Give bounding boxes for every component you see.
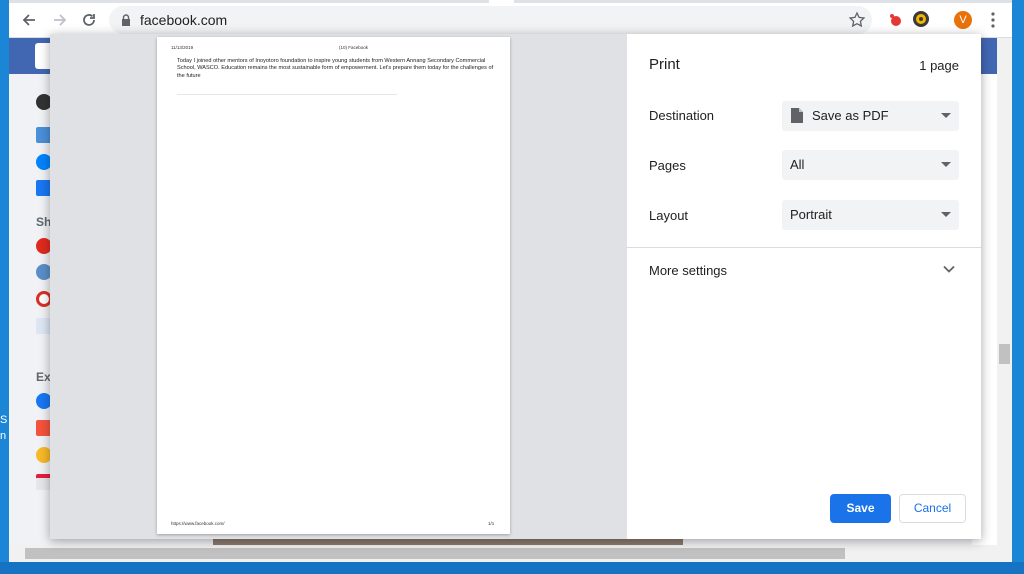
layout-select[interactable]: Portrait xyxy=(782,200,959,230)
desktop-background-right xyxy=(1012,0,1024,574)
more-settings-label: More settings xyxy=(649,263,728,278)
desktop-edge-text: S xyxy=(0,414,8,426)
print-title: Print xyxy=(649,56,680,73)
forward-button[interactable] xyxy=(49,9,71,31)
url-text[interactable]: facebook.com xyxy=(140,12,227,28)
browser-window: facebook.com V Sh Ex 11/13/2019 (10) Fac… xyxy=(9,0,1012,562)
preview-body-text: Today I joined other mentors of Inoyotor… xyxy=(177,58,494,79)
back-button[interactable] xyxy=(18,9,40,31)
chevron-down-icon xyxy=(941,212,951,217)
forward-arrow-icon xyxy=(54,14,67,26)
more-settings-toggle[interactable]: More settings xyxy=(627,248,981,292)
page-count: 1 page xyxy=(919,58,959,73)
cancel-button[interactable]: Cancel xyxy=(899,494,966,523)
bookmark-star-icon[interactable] xyxy=(848,11,866,29)
extension-icon-wheel[interactable] xyxy=(912,10,930,28)
print-preview-area: 11/13/2019 (10) Facebook Today I joined … xyxy=(50,34,627,539)
tab-strip xyxy=(514,0,1012,3)
vertical-scrollbar-thumb[interactable] xyxy=(999,344,1010,364)
extension-icon-red[interactable] xyxy=(886,10,904,28)
tab-strip xyxy=(9,0,489,3)
preview-header-title: (10) Facebook xyxy=(339,45,369,50)
horizontal-scrollbar[interactable] xyxy=(9,545,997,562)
preview-page: 11/13/2019 (10) Facebook Today I joined … xyxy=(157,37,510,534)
vertical-scrollbar[interactable] xyxy=(997,38,1012,562)
windows-taskbar xyxy=(0,562,1024,574)
destination-value: Save as PDF xyxy=(812,108,889,123)
profile-avatar[interactable]: V xyxy=(954,11,972,29)
chevron-down-icon xyxy=(941,162,951,167)
pages-value: All xyxy=(790,157,805,172)
chevron-down-icon xyxy=(941,113,951,118)
desktop-edge-text: n xyxy=(0,430,7,442)
pages-select[interactable]: All xyxy=(782,150,959,180)
lock-icon[interactable] xyxy=(121,14,131,26)
explore-header: Ex xyxy=(36,370,51,384)
preview-footer-url: https://www.facebook.com/ xyxy=(171,521,225,526)
browser-menu-icon[interactable] xyxy=(987,10,999,30)
address-bar[interactable]: facebook.com xyxy=(109,6,872,34)
print-settings-panel: Print 1 page Destination Save as PDF Pag… xyxy=(627,34,981,539)
pages-label: Pages xyxy=(649,158,686,173)
reload-icon xyxy=(83,14,95,26)
layout-value: Portrait xyxy=(790,207,832,222)
destination-select[interactable]: Save as PDF xyxy=(782,101,959,131)
destination-label: Destination xyxy=(649,108,715,123)
layout-label: Layout xyxy=(649,208,689,223)
preview-header-date: 11/13/2019 xyxy=(171,45,194,50)
document-icon xyxy=(791,108,803,123)
preview-footer-page: 1/1 xyxy=(488,521,495,526)
desktop-background-left xyxy=(0,0,9,574)
reload-button[interactable] xyxy=(78,9,100,31)
browser-toolbar: facebook.com V xyxy=(9,0,1012,38)
expand-chevron-icon[interactable] xyxy=(943,265,955,273)
print-dialog: 11/13/2019 (10) Facebook Today I joined … xyxy=(50,34,981,539)
back-arrow-icon xyxy=(22,14,35,26)
save-button[interactable]: Save xyxy=(830,494,891,523)
preview-divider xyxy=(177,94,397,95)
horizontal-scrollbar-thumb[interactable] xyxy=(25,548,845,559)
